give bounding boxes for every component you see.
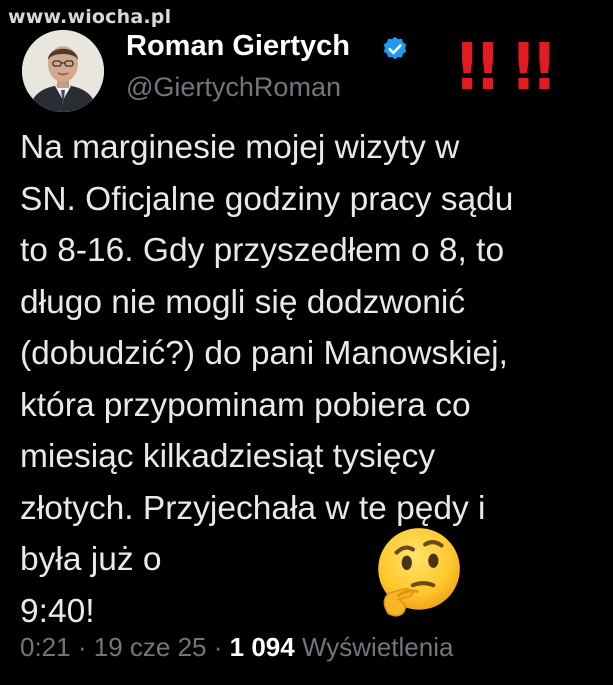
tweet-line: długo nie mogli się dodzwonić	[20, 283, 466, 321]
tweet-line: była już o	[20, 541, 162, 578]
tweet-line: miesiąc kilkadziesiąt tysięcy	[20, 438, 436, 475]
tweet-line: (dobudzić?) do pani Manowskiej,	[20, 335, 508, 372]
verified-badge-icon	[383, 36, 407, 60]
tweet-line: to 8-16. Gdy przyszedłem o 8, to	[20, 232, 505, 269]
tweet-time[interactable]: 0:21	[20, 632, 71, 662]
exclamation-marks: !! !!	[454, 31, 558, 105]
views-label: Wyświetlenia	[301, 632, 454, 662]
views-count: 1 094	[229, 632, 295, 662]
avatar[interactable]	[22, 30, 104, 112]
tweet-line: która przypominam pobiera co	[20, 386, 471, 424]
author-handle[interactable]: @GiertychRoman	[126, 72, 341, 103]
meta-separator: ·	[213, 632, 223, 662]
tweet-line: 9:40!	[20, 592, 95, 630]
tweet-date[interactable]: 19 cze 25	[94, 632, 207, 662]
tweet-line: złotych. Przyjechała w te pędy i	[20, 489, 486, 527]
tweet-line: SN. Oficjalne godziny pracy sądu	[20, 180, 514, 218]
tweet-text: Na marginesie mojej wizyty w SN. Oficjal…	[20, 122, 610, 637]
thinking-face-icon	[378, 528, 460, 617]
tweet-meta: 0:21 · 19 cze 25 · 1 094 Wyświetlenia	[20, 632, 453, 663]
author-name[interactable]: Roman Giertych	[126, 30, 350, 63]
profile-photo-icon	[22, 30, 104, 112]
tweet-header: Roman Giertych @GiertychRoman !! !!	[22, 22, 613, 112]
tweet-line: Na marginesie mojej wizyty w	[20, 129, 460, 166]
meta-separator: ·	[77, 632, 87, 662]
